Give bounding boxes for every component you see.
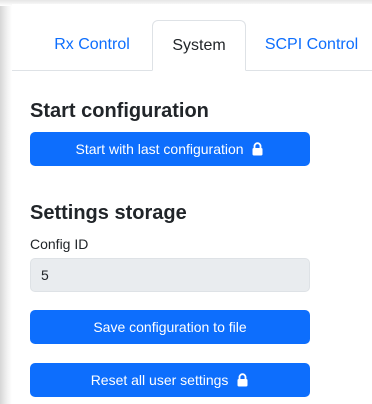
config-id-field: 5 bbox=[30, 258, 310, 292]
start-button-label: Start with last configuration bbox=[75, 141, 244, 157]
save-configuration-button[interactable]: Save configuration to file bbox=[30, 310, 310, 344]
start-with-last-configuration-button[interactable]: Start with last configuration bbox=[30, 132, 310, 166]
save-button-label: Save configuration to file bbox=[93, 319, 247, 335]
window-shadow bbox=[0, 0, 12, 404]
tab-scpi-control[interactable]: SCPI Control bbox=[244, 20, 372, 69]
tab-system[interactable]: System bbox=[152, 20, 246, 71]
start-configuration-heading: Start configuration bbox=[30, 100, 209, 122]
tab-bar: Rx Control System SCPI Control bbox=[12, 20, 372, 71]
tab-rx-control[interactable]: Rx Control bbox=[32, 20, 152, 69]
config-id-label: Config ID bbox=[30, 236, 89, 252]
reset-button-label: Reset all user settings bbox=[90, 372, 229, 388]
settings-panel: Rx Control System SCPI Control Start con… bbox=[12, 4, 372, 404]
reset-user-settings-button[interactable]: Reset all user settings bbox=[30, 363, 310, 397]
lock-icon bbox=[236, 365, 249, 399]
lock-icon bbox=[251, 134, 264, 168]
settings-storage-heading: Settings storage bbox=[30, 202, 187, 224]
